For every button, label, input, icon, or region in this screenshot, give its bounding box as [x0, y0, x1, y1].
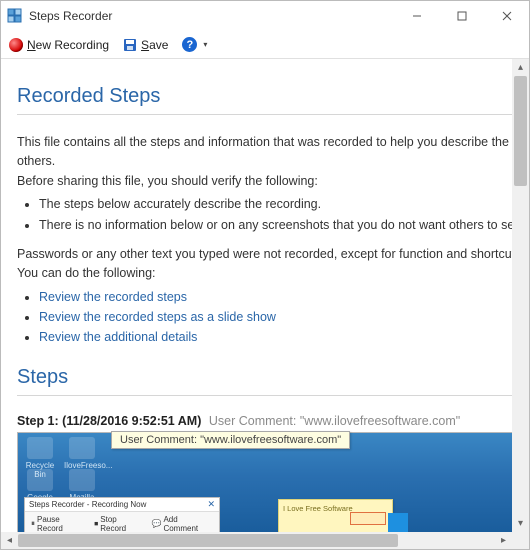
window-title: Steps Recorder [29, 9, 394, 23]
sticky-note: I Love Free Software www.ilovefreesoftwa… [278, 499, 393, 532]
step1-usercomment-label: User Comment: [209, 414, 297, 428]
scroll-left-arrow[interactable]: ◂ [1, 532, 18, 549]
intro-bullet: There is no information below or on any … [39, 216, 529, 235]
intro-bullet: The steps below accurately describe the … [39, 195, 529, 214]
horizontal-scrollbar[interactable]: ◂ ▸ [1, 532, 529, 549]
desktop-icon: IloveFreeso... [64, 437, 100, 470]
tooltip-user-comment: User Comment: "www.ilovefreesoftware.com… [111, 431, 350, 449]
scroll-thumb[interactable] [514, 76, 527, 186]
intro-bullets: The steps below accurately describe the … [39, 195, 529, 235]
selection-highlight [350, 512, 386, 525]
chevron-down-icon: ▾ [203, 40, 207, 49]
content-viewport: Recorded Steps This file contains all th… [1, 59, 529, 532]
intro-line2: Before sharing this file, you should ver… [17, 172, 529, 191]
heading-steps: Steps [17, 366, 529, 389]
new-recording-label: New Recording [27, 38, 109, 52]
scroll-down-arrow[interactable]: ▾ [512, 515, 529, 532]
stop-record-button: ⏹ Stop Record [94, 515, 143, 532]
titlebar: Steps Recorder [1, 1, 529, 31]
scroll-track[interactable] [18, 532, 495, 549]
scroll-up-arrow[interactable]: ▴ [512, 59, 529, 76]
step1-usercomment-value: "www.ilovefreesoftware.com" [300, 414, 460, 428]
link-review-steps[interactable]: Review the recorded steps [39, 290, 187, 304]
document-body: Recorded Steps This file contains all th… [1, 59, 529, 532]
save-button[interactable]: Save [123, 38, 168, 52]
window-controls [394, 1, 529, 31]
save-icon [123, 38, 137, 52]
help-icon: ? [182, 37, 197, 52]
intro-line3: Passwords or any other text you typed we… [17, 245, 529, 264]
divider [17, 395, 529, 396]
blue-tile [388, 513, 408, 532]
scroll-right-arrow[interactable]: ▸ [495, 532, 512, 549]
close-icon: ✕ [207, 499, 215, 510]
maximize-button[interactable] [439, 1, 484, 31]
add-comment-button: 💬 Add Comment [151, 515, 213, 532]
pause-record-button: ⏸ Pause Record [31, 515, 86, 532]
scroll-corner [512, 532, 529, 549]
close-button[interactable] [484, 1, 529, 31]
list-item: Review the recorded steps as a slide sho… [39, 308, 529, 327]
list-item: Review the recorded steps [39, 288, 529, 307]
minimize-button[interactable] [394, 1, 439, 31]
intro-line1: This file contains all the steps and inf… [17, 133, 529, 172]
divider [17, 114, 529, 115]
intro-links: Review the recorded steps Review the rec… [39, 288, 529, 348]
link-review-details[interactable]: Review the additional details [39, 330, 197, 344]
heading-recorded-steps: Recorded Steps [17, 85, 529, 108]
new-recording-button[interactable]: New Recording [9, 38, 109, 52]
step1-timestamp: (11/28/2016 9:52:51 AM) [62, 414, 201, 428]
list-item: Review the additional details [39, 328, 529, 347]
recorder-window: Steps Recorder - Recording Now ✕ ⏸ Pause … [24, 497, 220, 532]
step1-header: Step 1: (11/28/2016 9:52:51 AM) User Com… [17, 414, 529, 428]
help-button[interactable]: ? ▾ [182, 37, 207, 52]
scroll-thumb[interactable] [18, 534, 398, 547]
save-label: Save [141, 38, 168, 52]
vertical-scrollbar[interactable]: ▴ ▾ [512, 59, 529, 532]
app-icon [7, 8, 23, 24]
record-icon [9, 38, 23, 52]
intro-line4: You can do the following: [17, 264, 529, 283]
step1-label: Step 1: [17, 414, 59, 428]
link-review-slideshow[interactable]: Review the recorded steps as a slide sho… [39, 310, 276, 324]
toolbar: New Recording Save ? ▾ [1, 31, 529, 59]
recorder-window-title: Steps Recorder - Recording Now [29, 500, 146, 509]
